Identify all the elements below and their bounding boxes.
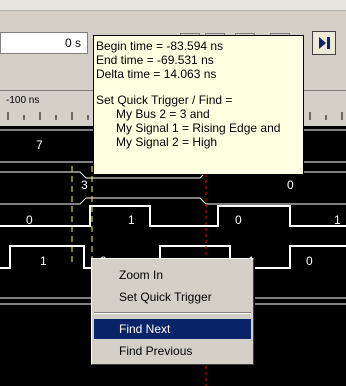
find-condition-3: My Signal 2 = High (116, 135, 218, 149)
find-condition-2: My Signal 1 = Rising Edge and (116, 121, 281, 135)
sig1-value-1: 1 (128, 213, 135, 227)
end-time: End time = -69.531 ns (96, 53, 214, 67)
begin-time: Begin time = -83.594 ns (96, 39, 224, 53)
sig1-value-2: 0 (235, 213, 242, 227)
jump-to-end-button[interactable] (312, 31, 336, 55)
menu-item-find-next[interactable]: Find Next (94, 319, 251, 339)
sig1-value-0: 0 (26, 213, 33, 227)
sig2-value-0: 1 (40, 254, 47, 268)
time-field[interactable]: 0 s (0, 32, 88, 54)
find-header: Set Quick Trigger / Find = (96, 93, 233, 107)
bus-top-value: 7 (36, 138, 43, 152)
bus-value-3: 3 (81, 178, 88, 192)
menu-item-zoom-in[interactable]: Zoom In (94, 265, 251, 285)
top-strip (0, 0, 346, 11)
context-menu: Zoom In Set Quick Trigger Find Next Find… (91, 258, 254, 365)
time-value: 0 s (64, 36, 81, 50)
delta-time: Delta time = 14.063 ns (96, 67, 217, 81)
bus-value-0: 0 (287, 178, 294, 192)
menu-item-set-quick-trigger[interactable]: Set Quick Trigger (94, 287, 251, 307)
find-condition-1: My Bus 2 = 3 and (116, 107, 210, 121)
menu-item-find-previous[interactable]: Find Previous (94, 341, 251, 361)
sig2-value-3: 0 (306, 254, 313, 268)
menu-separator (94, 312, 251, 314)
measurement-tooltip: Begin time = -83.594 ns End time = -69.5… (93, 35, 304, 175)
sig1-value-3: 1 (334, 213, 341, 227)
ruler-label: -100 ns (6, 95, 40, 106)
jump-to-end-icon (319, 37, 330, 49)
